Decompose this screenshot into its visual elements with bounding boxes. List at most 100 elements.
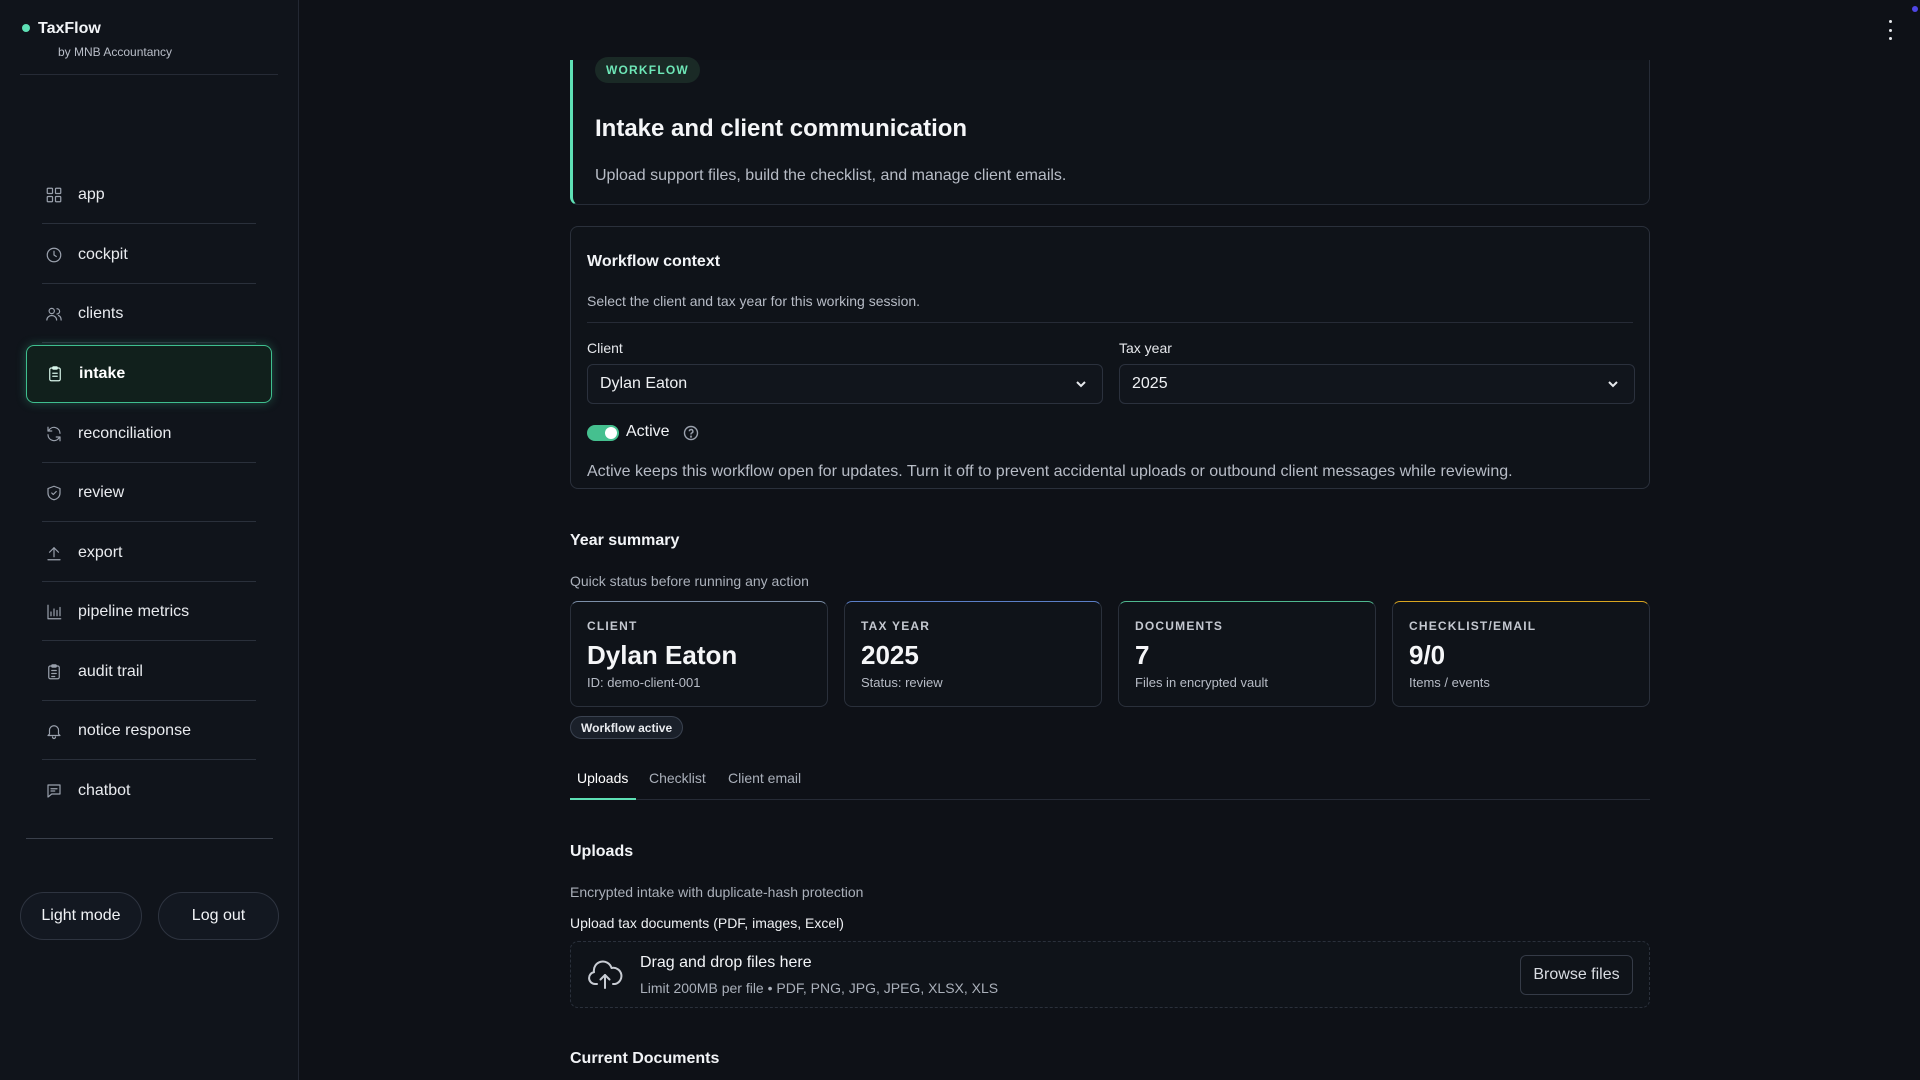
- year-summary-title: Year summary: [570, 532, 680, 549]
- shield-check-icon: [44, 483, 64, 503]
- top-bar: [300, 0, 1920, 60]
- log-out-button[interactable]: Log out: [158, 892, 279, 940]
- grid-icon: [44, 185, 64, 205]
- sidebar-item-label: notice response: [78, 722, 191, 739]
- client-select[interactable]: Dylan Eaton: [587, 364, 1103, 404]
- divider: [42, 640, 256, 641]
- uploads-title: Uploads: [570, 843, 634, 860]
- tax-year-select-value: 2025: [1132, 375, 1168, 392]
- light-mode-button[interactable]: Light mode: [20, 892, 142, 940]
- clock-icon: [44, 245, 64, 265]
- sidebar-item-label: app: [78, 186, 105, 203]
- metric-card-checklist-email: CHECKLIST/EMAIL 9/0 Items / events: [1392, 601, 1650, 707]
- more-options-icon[interactable]: [1886, 20, 1894, 40]
- metric-sub: ID: demo-client-001: [587, 675, 701, 690]
- sidebar-item-cockpit[interactable]: cockpit: [26, 226, 272, 284]
- status-dot: [22, 24, 30, 32]
- metric-label: TAX YEAR: [861, 619, 931, 633]
- divider: [20, 74, 278, 75]
- metric-value: 9/0: [1409, 640, 1446, 670]
- sidebar-item-label: audit trail: [78, 663, 143, 680]
- workflow-badge: WORKFLOW: [595, 57, 700, 83]
- clipboard-icon: [45, 364, 65, 384]
- chevron-down-icon: [1606, 377, 1620, 391]
- divider: [42, 700, 256, 701]
- dropzone-title: Drag and drop files here: [640, 954, 812, 971]
- metric-card-documents: DOCUMENTS 7 Files in encrypted vault: [1118, 601, 1376, 707]
- tax-year-select[interactable]: 2025: [1119, 364, 1635, 404]
- tab-uploads[interactable]: Uploads: [577, 770, 628, 786]
- chevron-down-icon: [1074, 377, 1088, 391]
- sidebar-item-chatbot[interactable]: chatbot: [26, 762, 272, 820]
- active-help-text: Active keeps this workflow open for upda…: [587, 463, 1513, 480]
- divider: [587, 322, 1633, 323]
- sidebar-item-label: clients: [78, 305, 124, 322]
- divider: [42, 521, 256, 522]
- metric-label: DOCUMENTS: [1135, 619, 1224, 633]
- sidebar-item-clients[interactable]: clients: [26, 285, 272, 343]
- sidebar-item-notice-response[interactable]: notice response: [26, 702, 272, 760]
- metric-label: CHECKLIST/EMAIL: [1409, 619, 1537, 633]
- sidebar-item-label: cockpit: [78, 246, 128, 263]
- brand-subtitle: by MNB Accountancy: [58, 45, 173, 59]
- metric-value: 2025: [861, 640, 919, 670]
- metric-label: CLIENT: [587, 619, 638, 633]
- clipboard-list-icon: [44, 662, 64, 682]
- active-toggle[interactable]: [587, 425, 619, 441]
- divider: [42, 581, 256, 582]
- users-icon: [44, 304, 64, 324]
- divider: [42, 283, 256, 284]
- browse-files-button[interactable]: Browse files: [1520, 955, 1633, 995]
- tax-year-label: Tax year: [1119, 340, 1172, 356]
- divider: [42, 223, 256, 224]
- message-icon: [44, 781, 64, 801]
- active-tab-indicator: [570, 798, 636, 800]
- status-dot: [1912, 6, 1918, 12]
- year-summary-subtitle: Quick status before running any action: [570, 573, 809, 589]
- status-badge: Workflow active: [570, 716, 684, 739]
- client-select-value: Dylan Eaton: [600, 375, 688, 392]
- active-toggle-label: Active: [626, 423, 670, 440]
- metric-value: 7: [1135, 640, 1150, 670]
- workflow-header: WORKFLOW Intake and client communication…: [570, 57, 1650, 205]
- sidebar-item-export[interactable]: export: [26, 524, 272, 582]
- workflow-context-card: Workflow context Select the client and t…: [570, 226, 1650, 489]
- uploads-subtitle: Encrypted intake with duplicate-hash pro…: [570, 884, 864, 900]
- client-label: Client: [587, 340, 623, 356]
- tab-checklist[interactable]: Checklist: [649, 770, 706, 786]
- upload-icon: [44, 543, 64, 563]
- sidebar-item-label: reconciliation: [78, 425, 172, 442]
- metric-sub: Status: review: [861, 675, 943, 690]
- sidebar-item-label: pipeline metrics: [78, 603, 190, 620]
- sidebar-item-audit-trail[interactable]: audit trail: [26, 643, 272, 701]
- sidebar-item-reconciliation[interactable]: reconciliation: [26, 405, 272, 463]
- sidebar-item-intake[interactable]: intake: [26, 345, 272, 403]
- help-icon[interactable]: [683, 425, 699, 441]
- metric-sub: Items / events: [1409, 675, 1490, 690]
- card-title: Workflow context: [587, 253, 721, 270]
- metric-sub: Files in encrypted vault: [1135, 675, 1268, 690]
- upload-field-label: Upload tax documents (PDF, images, Excel…: [570, 915, 844, 931]
- sidebar-item-label: chatbot: [78, 782, 131, 799]
- metric-card-client: CLIENT Dylan Eaton ID: demo-client-001: [570, 601, 828, 707]
- current-documents-title: Current Documents: [570, 1050, 720, 1067]
- sidebar-item-label: export: [78, 544, 123, 561]
- cloud-upload-icon: [587, 958, 623, 992]
- divider: [42, 342, 256, 343]
- page-title: Intake and client communication: [595, 115, 968, 142]
- card-subtitle: Select the client and tax year for this …: [587, 293, 921, 309]
- sidebar-item-label: review: [78, 484, 125, 501]
- divider: [26, 838, 273, 839]
- tab-client-email[interactable]: Client email: [728, 770, 801, 786]
- sidebar-item-pipeline-metrics[interactable]: pipeline metrics: [26, 583, 272, 641]
- metric-card-tax-year: TAX YEAR 2025 Status: review: [844, 601, 1102, 707]
- sidebar-item-label: intake: [79, 365, 126, 382]
- file-dropzone[interactable]: Drag and drop files here Limit 200MB per…: [570, 941, 1650, 1008]
- page-subtitle: Upload support files, build the checklis…: [595, 167, 1067, 184]
- dropzone-hint: Limit 200MB per file • PDF, PNG, JPG, JP…: [640, 980, 999, 996]
- sidebar-item-app[interactable]: app: [26, 166, 272, 224]
- bell-icon: [44, 721, 64, 741]
- sidebar-item-review[interactable]: review: [26, 464, 272, 522]
- tab-bar: Uploads Checklist Client email: [570, 764, 1650, 800]
- metric-value: Dylan Eaton: [587, 640, 738, 670]
